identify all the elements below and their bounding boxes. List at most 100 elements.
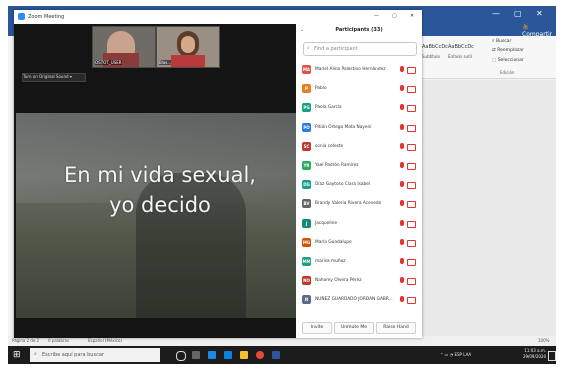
participant-avatar: MM — [302, 257, 311, 266]
participant-row[interactable]: MM marisa muñoz — [300, 254, 420, 268]
raise-hand-button[interactable]: Raise Hand — [376, 322, 416, 334]
participant-avatar: BV — [302, 199, 311, 209]
word-close-button[interactable]: ✕ — [536, 9, 543, 18]
language-indicator: ESP — [454, 352, 462, 357]
camera-off-icon — [407, 163, 416, 170]
participant-name: marisa muñoz — [315, 259, 346, 264]
participant-avatar: YR — [302, 161, 311, 170]
ribbon-group-label: Edición — [500, 70, 515, 75]
taskbar-search-input[interactable]: ⌕ Escribe aquí para buscar — [30, 348, 160, 362]
participant-name: María Guadalupe — [315, 239, 352, 245]
thumbnail-label: OSTOT_USER — [95, 60, 122, 65]
word-document-area[interactable] — [420, 80, 556, 336]
participant-avatar: PO — [302, 122, 311, 132]
share-button[interactable]: ⛹ Compartir — [522, 24, 554, 38]
participant-row[interactable]: YR Yael Padrón Ramírez — [300, 158, 420, 172]
participant-avatar: P — [302, 84, 311, 94]
participant-row[interactable]: N NUÑEZ GUARDADO JORDAN GABR... — [300, 292, 420, 306]
participant-name: Yael Padrón Ramírez — [315, 163, 359, 168]
camera-off-icon — [407, 239, 416, 247]
participant-row[interactable]: P Pablo — [300, 81, 420, 95]
style-preview-1[interactable]: AaBbCcDc — [422, 44, 448, 50]
word-minimize-button[interactable]: — — [492, 9, 500, 18]
participant-row[interactable]: DG Díaz Gaytoso Clara Isabel — [300, 177, 420, 191]
participants-title: Participants (33) — [335, 27, 383, 33]
buscar-button[interactable]: ⌕ Buscar — [492, 38, 511, 44]
camera-off-icon — [407, 259, 416, 266]
participant-row[interactable]: PO Pitión Ortega Mata Nayeni — [300, 120, 420, 134]
chrome-icon[interactable] — [256, 351, 264, 359]
collapse-chevron-icon[interactable]: ⌄ — [300, 27, 304, 33]
participant-row[interactable]: NO Nahomy Olvera Pérez — [300, 273, 420, 287]
reemplazar-button[interactable]: ⇄ Reemplazar — [492, 48, 524, 53]
mic-muted-icon — [400, 142, 404, 149]
video-thumbnail-2[interactable]: Blas... — [156, 26, 220, 68]
participant-row[interactable]: SC sonia celeste — [300, 139, 420, 153]
original-sound-button[interactable]: Turn on Original Sound ▾ — [22, 73, 86, 82]
mic-muted-icon — [400, 296, 404, 303]
participant-name: Díaz Gaytoso Clara Isabel — [315, 182, 371, 188]
mic-muted-icon — [400, 219, 404, 226]
participant-name: Mariel Alina Palestino Hernández — [315, 67, 386, 72]
participant-name: NUÑEZ GUARDADO JORDAN GABR... — [315, 297, 393, 303]
zoom-app-icon[interactable] — [208, 351, 216, 359]
camera-off-icon — [407, 86, 416, 94]
mic-muted-icon — [400, 162, 404, 168]
mic-muted-icon — [400, 258, 404, 264]
participant-row[interactable]: MA Mariel Alina Palestino Hernández — [300, 62, 420, 76]
search-icon: ⌕ — [307, 45, 310, 51]
invite-button[interactable]: Invite — [302, 322, 332, 334]
window-title: Zoom Meeting — [28, 14, 65, 20]
mic-muted-icon — [400, 200, 404, 207]
participant-name: Jacqueline — [315, 220, 338, 226]
participant-avatar: N — [302, 295, 311, 305]
participant-search-input[interactable]: ⌕ Find a participant — [303, 42, 417, 56]
language-indicator-2: LAA — [463, 352, 472, 357]
close-button[interactable]: ✕ — [410, 13, 414, 19]
participant-avatar: SC — [302, 141, 311, 151]
clock[interactable]: 11:03 a.m. 29/09/2020 — [510, 348, 546, 360]
search-icon: ⌕ — [492, 39, 495, 44]
seleccionar-button[interactable]: ⬚ Seleccionar — [492, 58, 524, 63]
windows-start-icon[interactable]: ⊞ — [13, 350, 23, 360]
video-thumbnail-1[interactable]: OSTOT_USER — [92, 26, 156, 68]
select-icon: ⬚ — [492, 58, 497, 63]
style-label-2: Énfasis sutil — [448, 54, 472, 59]
mic-muted-icon — [400, 181, 404, 188]
system-tray[interactable]: ⌃ ▭ ◔ ESP LAA — [440, 352, 471, 357]
file-explorer-icon[interactable] — [240, 351, 248, 359]
camera-off-icon — [407, 67, 416, 74]
camera-off-icon — [407, 143, 416, 151]
volume-icon: ◔ — [449, 352, 454, 357]
mic-muted-icon — [400, 238, 404, 245]
cortana-icon[interactable] — [176, 351, 186, 361]
style-preview-2[interactable]: AaBbCcDc — [448, 44, 474, 50]
participant-row[interactable]: J Jacqueline — [300, 216, 420, 230]
unmute-button[interactable]: Unmute Me — [334, 322, 374, 334]
task-view-icon[interactable] — [192, 351, 200, 359]
word-ribbon: AaBbCcDc AaBbCcDc Subtítulo Énfasis suti… — [420, 36, 556, 79]
word-maximize-button[interactable]: ▢ — [514, 9, 522, 18]
video-caption: En mi vida sexual, yo decido — [64, 163, 256, 217]
maximize-button[interactable]: ▢ — [392, 13, 397, 19]
notification-icon[interactable] — [548, 351, 556, 361]
participant-row[interactable]: BV Brandy Valeria Rivera Acevedo — [300, 196, 420, 210]
tray-up-icon: ⌃ — [440, 352, 444, 357]
participant-avatar: MG — [302, 237, 311, 247]
edge-icon[interactable] — [224, 351, 232, 359]
person-icon: ⛹ — [522, 24, 530, 31]
search-icon: ⌕ — [34, 351, 37, 357]
minimize-button[interactable]: — — [374, 13, 379, 19]
participant-row[interactable]: PG Paola García — [300, 100, 420, 114]
participant-name: Paola García — [315, 105, 342, 111]
mic-muted-icon — [400, 85, 404, 92]
participant-avatar: MA — [302, 65, 311, 74]
camera-off-icon — [407, 220, 416, 228]
participant-face — [181, 36, 195, 53]
camera-off-icon — [407, 201, 416, 209]
participant-row[interactable]: MG María Guadalupe — [300, 235, 420, 249]
camera-off-icon — [407, 278, 416, 286]
participant-shirt — [171, 55, 205, 67]
word-app-icon[interactable] — [272, 351, 280, 359]
zoom-level[interactable]: 100% — [538, 338, 549, 343]
